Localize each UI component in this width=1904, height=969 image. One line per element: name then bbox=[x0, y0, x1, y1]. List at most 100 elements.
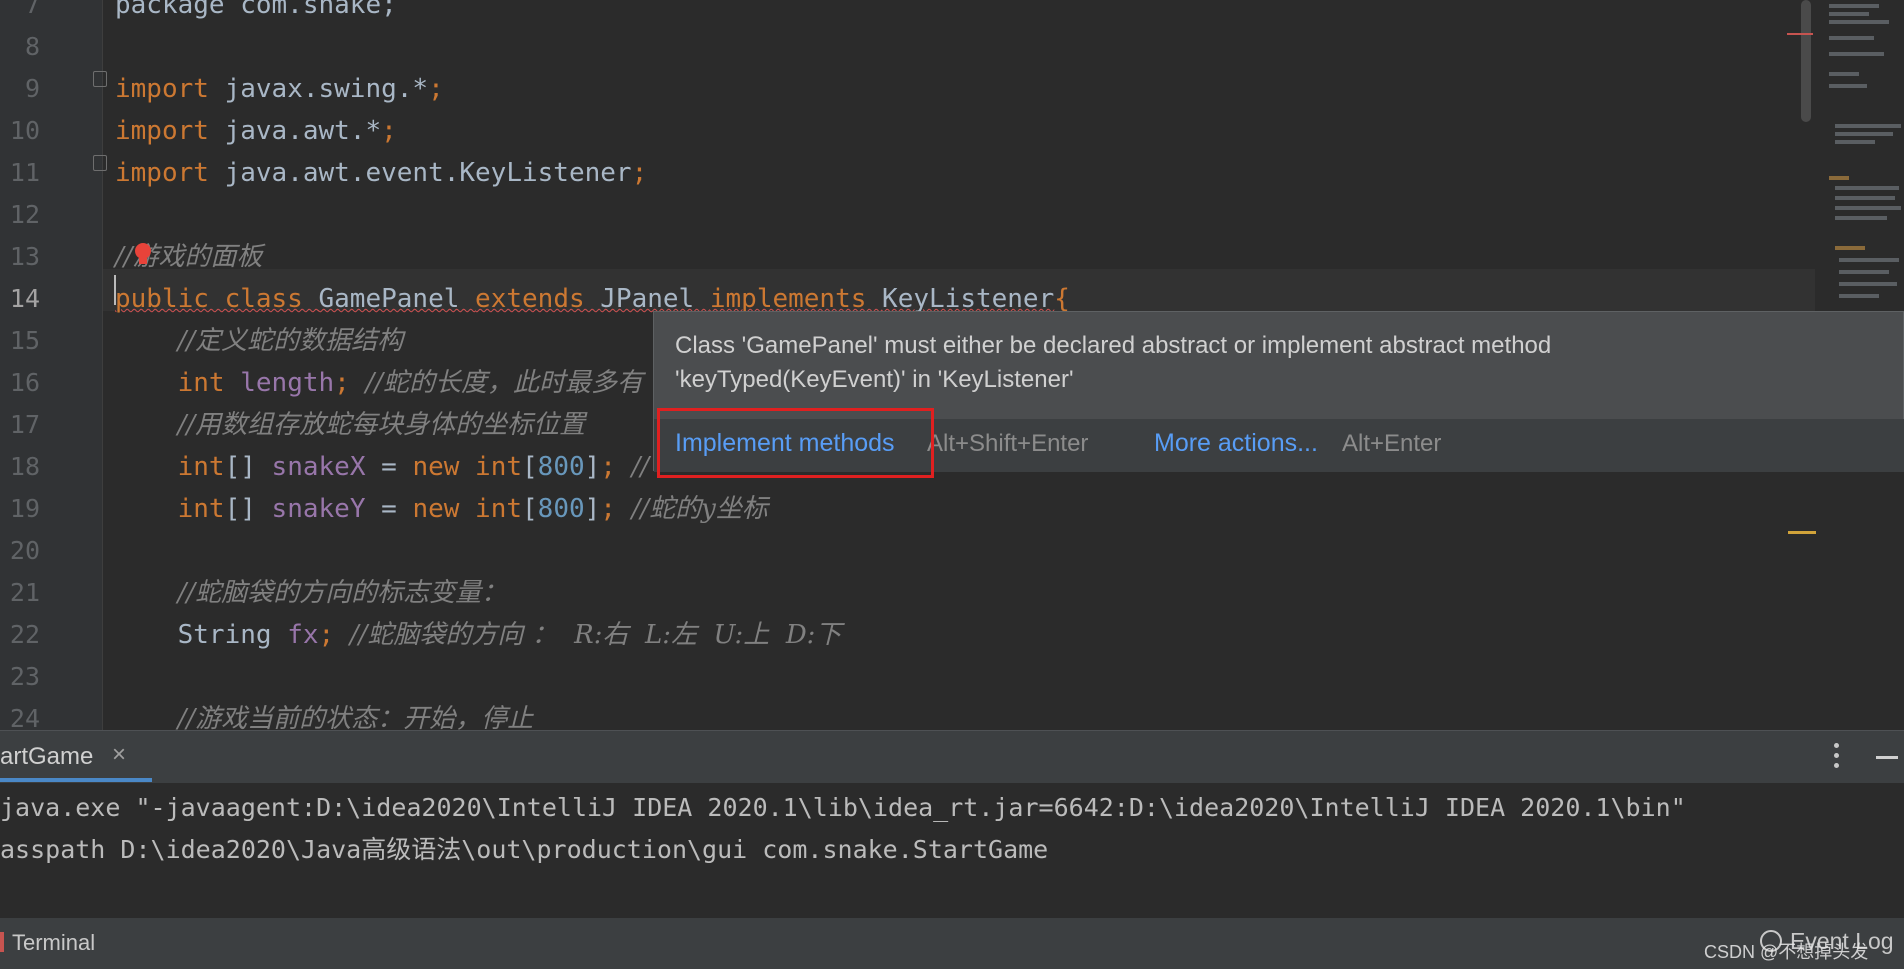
line-number: 9 bbox=[24, 74, 40, 103]
code-line[interactable]: int[] snakeY = new int[800]; //蛇的y坐标 bbox=[115, 488, 768, 530]
line-number: 7 bbox=[24, 0, 40, 19]
line-number: 21 bbox=[9, 578, 40, 607]
code-token: java.awt.* bbox=[224, 116, 382, 146]
code-token: 800 bbox=[537, 452, 585, 482]
code-token: String bbox=[115, 620, 288, 650]
line-number: 22 bbox=[9, 620, 40, 649]
line-number: 17 bbox=[9, 410, 40, 439]
code-token: [ bbox=[522, 452, 538, 482]
console-line: java.exe "-javaagent:D:\idea2020\Intelli… bbox=[0, 793, 1686, 822]
code-token: [ bbox=[522, 494, 538, 524]
code-token: length bbox=[240, 368, 335, 398]
code-token: = bbox=[381, 452, 413, 482]
code-token: //蛇的y坐标 bbox=[631, 494, 768, 524]
code-token: //蛇脑袋的方向 ： R:右 L:左 U:上 D:下 bbox=[349, 620, 842, 650]
gutter-separator bbox=[102, 0, 103, 730]
error-message: Class 'GamePanel' must either be declare… bbox=[675, 329, 1551, 397]
fold-end-icon[interactable] bbox=[93, 155, 107, 171]
close-icon[interactable]: × bbox=[112, 741, 126, 769]
line-number: 14 bbox=[9, 284, 40, 313]
code-token: GamePanel bbox=[318, 284, 476, 314]
warning-stripe-marker[interactable] bbox=[1788, 531, 1816, 534]
code-line[interactable]: import java.awt.*; bbox=[115, 110, 397, 152]
code-token: ] bbox=[584, 494, 601, 524]
code-token: ; bbox=[381, 116, 397, 146]
line-number: 16 bbox=[9, 368, 40, 397]
code-token: // bbox=[631, 452, 650, 482]
code-line[interactable]: //游戏当前的状态：开始，停止 bbox=[115, 698, 534, 730]
run-tab-label[interactable]: artGame bbox=[0, 743, 93, 771]
code-token: //蛇的长度，此时最多有 bbox=[365, 368, 643, 398]
line-number: 10 bbox=[9, 116, 40, 145]
code-line[interactable]: //蛇脑袋的方向的标志变量： bbox=[115, 572, 508, 614]
code-token: { bbox=[1054, 284, 1070, 314]
code-token: import bbox=[115, 116, 225, 146]
code-token: ; bbox=[334, 368, 366, 398]
code-token: ; bbox=[600, 494, 632, 524]
line-number: 23 bbox=[9, 662, 40, 691]
error-message-line-2: 'keyTyped(KeyEvent)' in 'KeyListener' bbox=[675, 366, 1074, 393]
run-console[interactable]: java.exe "-javaagent:D:\idea2020\Intelli… bbox=[0, 783, 1904, 917]
code-token: int bbox=[115, 494, 225, 524]
more-actions-link[interactable]: More actions... bbox=[1154, 429, 1318, 458]
more-options-icon[interactable] bbox=[1834, 743, 1840, 769]
code-token: [] bbox=[224, 494, 272, 524]
line-number: 12 bbox=[9, 200, 40, 229]
code-minimap[interactable] bbox=[1815, 0, 1904, 320]
code-token: ; bbox=[631, 158, 648, 188]
code-line[interactable]: String fx; //蛇脑袋的方向 ： R:右 L:左 U:上 D:下 bbox=[115, 614, 842, 656]
active-tab-indicator bbox=[0, 778, 152, 782]
more-actions-shortcut: Alt+Enter bbox=[1342, 430, 1442, 457]
minimize-icon[interactable] bbox=[1876, 756, 1898, 759]
code-token: [] bbox=[224, 452, 272, 482]
line-number: 8 bbox=[24, 32, 40, 61]
code-line[interactable]: import javax.swing.*; bbox=[115, 68, 444, 110]
status-bar: Terminal Event Log CSDN @不想掉头发 bbox=[0, 917, 1904, 969]
line-number: 24 bbox=[9, 704, 40, 730]
code-token: ; bbox=[428, 74, 444, 104]
code-token: 800 bbox=[537, 494, 585, 524]
code-token: //用数组存放蛇每块身体的坐标位置 bbox=[177, 410, 586, 440]
code-token: implements bbox=[709, 284, 883, 314]
code-token: //蛇脑袋的方向的标志变量： bbox=[177, 578, 508, 608]
text-caret bbox=[114, 275, 116, 305]
code-line[interactable]: int length; //蛇的长度，此时最多有 bbox=[115, 362, 643, 404]
line-number: 19 bbox=[9, 494, 40, 523]
implement-methods-shortcut: Alt+Shift+Enter bbox=[927, 430, 1089, 457]
code-line[interactable]: //用数组存放蛇每块身体的坐标位置 bbox=[115, 404, 586, 446]
fold-start-icon[interactable] bbox=[93, 71, 107, 87]
code-token: ] bbox=[584, 452, 601, 482]
error-bulb-icon[interactable] bbox=[135, 243, 151, 264]
code-token: new int bbox=[412, 494, 523, 524]
code-token: java.awt.event.KeyListener bbox=[224, 158, 632, 188]
code-line[interactable]: int[] snakeX = new int[800]; // bbox=[115, 446, 650, 488]
code-token: new int bbox=[412, 452, 523, 482]
line-number: 15 bbox=[9, 326, 40, 355]
line-gutter: 7 8 9 10 11 12 13 14 15 16 17 18 19 20 21 22 23 24 bbox=[0, 0, 102, 730]
code-token: import bbox=[115, 74, 225, 104]
code-token: = bbox=[381, 494, 413, 524]
code-line[interactable]: //定义蛇的数据结构 bbox=[115, 320, 404, 362]
code-token: int bbox=[115, 452, 225, 482]
code-token: JPanel bbox=[600, 284, 710, 314]
code-token: import bbox=[115, 158, 225, 188]
code-token: ; bbox=[318, 620, 350, 650]
code-token: int bbox=[115, 368, 241, 398]
line-number: 18 bbox=[9, 452, 40, 481]
code-line[interactable]: package com.snake; bbox=[115, 0, 397, 26]
error-stripe-marker[interactable] bbox=[1787, 33, 1813, 35]
code-token: //定义蛇的数据结构 bbox=[177, 326, 404, 356]
code-token: ; bbox=[600, 452, 632, 482]
code-token: public class bbox=[115, 284, 319, 314]
vertical-scrollbar[interactable] bbox=[1801, 0, 1811, 122]
code-token: //游戏当前的状态：开始，停止 bbox=[177, 704, 534, 730]
code-token: fx bbox=[287, 620, 319, 650]
console-line: asspath D:\idea2020\Java高级语法\out\product… bbox=[0, 835, 1049, 864]
line-number: 11 bbox=[9, 158, 40, 187]
terminal-button[interactable]: Terminal bbox=[12, 930, 95, 956]
code-token: snakeX bbox=[271, 452, 382, 482]
code-line[interactable]: import java.awt.event.KeyListener; bbox=[115, 152, 647, 194]
